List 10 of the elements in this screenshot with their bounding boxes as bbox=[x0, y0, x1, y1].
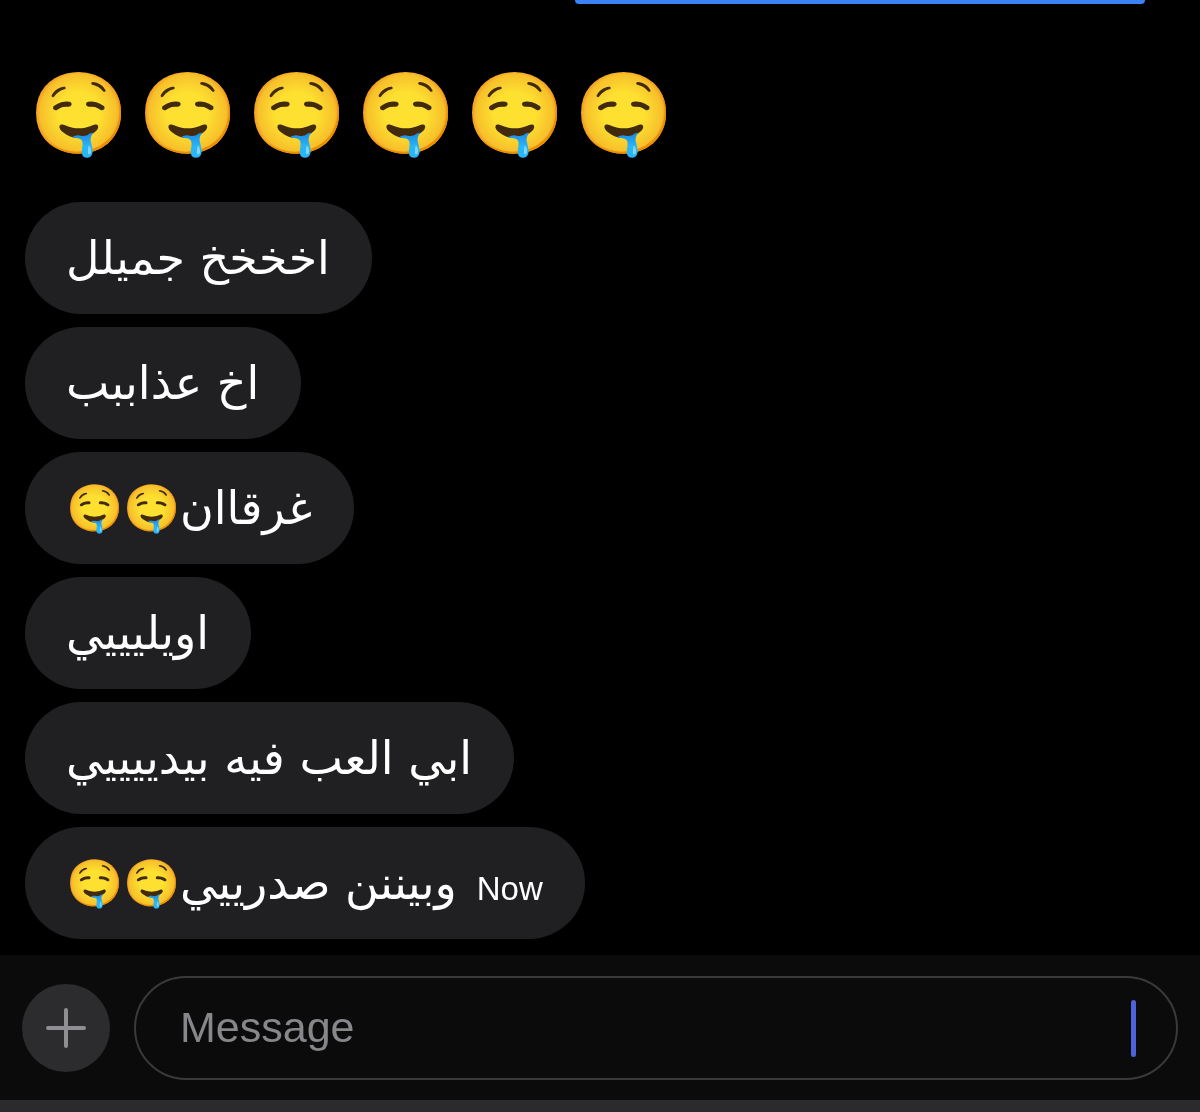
plus-icon bbox=[46, 1007, 86, 1048]
message-input[interactable]: Message bbox=[134, 975, 1178, 1080]
message-timestamp: Now bbox=[476, 869, 543, 910]
message-text: غرقاان🤤🤤 bbox=[66, 479, 312, 538]
message-text: وبيننن صدرييي🤤🤤 bbox=[66, 854, 457, 913]
message-text: ابي العب فيه بيدييييي bbox=[66, 729, 473, 788]
message-text: اخ عذاببب bbox=[66, 354, 260, 412]
message-text: اويليييي bbox=[66, 604, 209, 663]
message-text: اخخخخ جميلل bbox=[66, 229, 330, 287]
emoji-message: 🤤🤤🤤🤤🤤🤤 bbox=[29, 68, 683, 160]
